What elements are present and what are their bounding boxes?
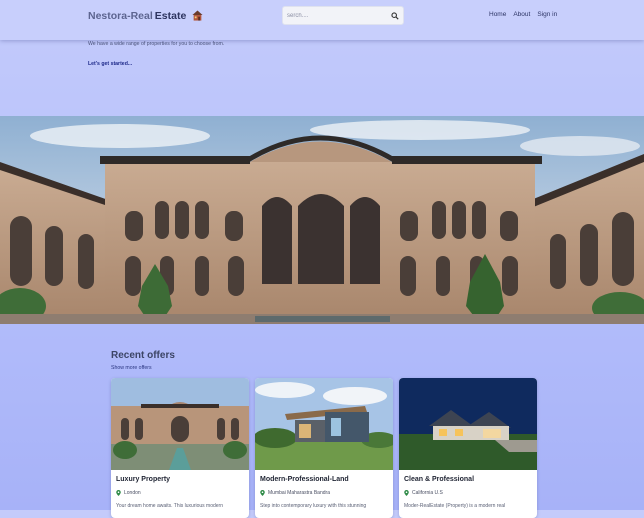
offer-card-location-text: California U.S [412, 490, 443, 496]
offer-card-3[interactable]: Clean & Professional California U.S Mode… [399, 378, 537, 518]
nav-home-link[interactable]: Home [489, 11, 506, 18]
house-icon [192, 9, 203, 21]
location-pin-icon [260, 490, 265, 496]
offer-card-location-text: Mumbai Maharastra Bandra [268, 490, 330, 496]
offer-card-description: Step into contemporary luxury with this … [260, 503, 367, 509]
nav-about-link[interactable]: About [513, 11, 530, 18]
hero-subtitle: We have a wide range of properties for y… [88, 41, 225, 47]
offer-card-description: Moder-RealEstate (Property) is a modern … [404, 503, 506, 509]
brand-name-part2: Estate [154, 10, 187, 22]
location-pin-icon [404, 490, 409, 496]
nav-signin-link[interactable]: Sign in [537, 11, 557, 18]
offer-card-image [111, 378, 249, 470]
offer-card-image [399, 378, 537, 470]
offer-card-location-text: London [124, 490, 141, 496]
offer-card-1[interactable]: Luxury Property London Your dream home a… [111, 378, 249, 518]
location-pin-icon [116, 490, 121, 496]
offer-card-title: Luxury Property [116, 476, 171, 483]
offer-card-2[interactable]: Modern-Professional-Land Mumbai Maharast… [255, 378, 393, 518]
offer-card-title: Clean & Professional [404, 476, 475, 483]
offer-card-description: Your dream home awaits. This luxurious m… [116, 503, 223, 509]
offer-card-image [255, 378, 393, 470]
nav-links: Home About Sign in [489, 11, 557, 18]
recent-offers-heading: Recent offers [111, 350, 175, 361]
navbar: Nestora-RealEstate Home About Sign in [0, 0, 644, 40]
hero-banner-image [0, 116, 644, 324]
brand-name-part1: Nestora-Real [88, 10, 153, 22]
search-input[interactable] [287, 9, 383, 22]
offer-card-location: Mumbai Maharastra Bandra [260, 490, 330, 496]
show-more-offers-link[interactable]: Show more offers [111, 365, 152, 371]
search-icon[interactable] [391, 12, 399, 20]
offer-card-location: London [116, 490, 141, 496]
offer-card-title: Modern-Professional-Land [260, 476, 349, 483]
get-started-link[interactable]: Let's get started... [88, 61, 132, 67]
brand-logo[interactable]: Nestora-Real Estate [88, 9, 203, 22]
search-box [282, 6, 404, 25]
offer-card-location: California U.S [404, 490, 443, 496]
